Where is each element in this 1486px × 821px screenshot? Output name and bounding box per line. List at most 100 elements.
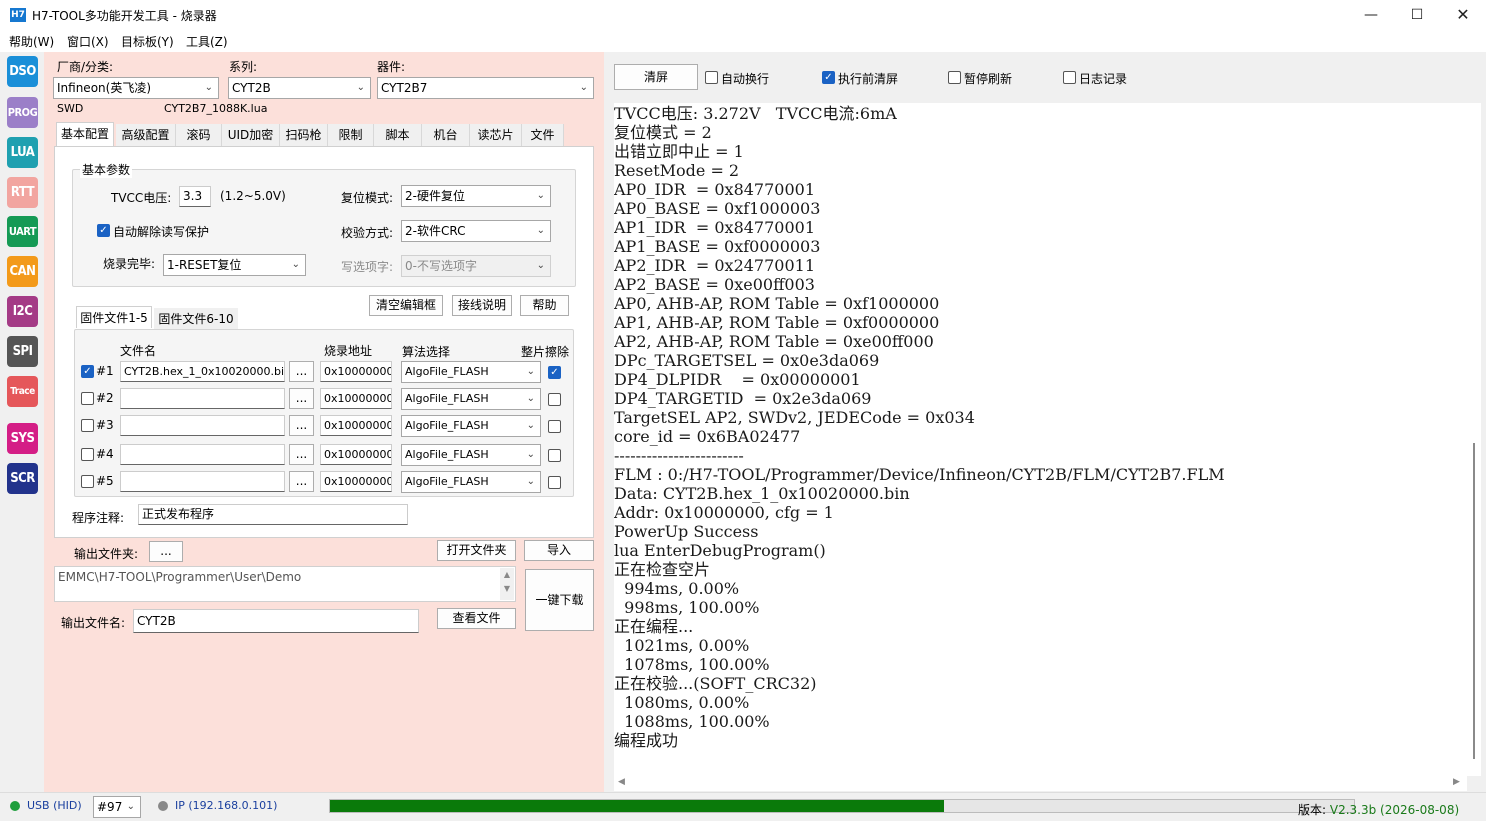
rtt-button[interactable]: RTT: [7, 177, 38, 208]
device-select[interactable]: CYT2B7 ⌄: [377, 77, 594, 99]
version-label: 版本:: [1298, 803, 1330, 817]
scr-button[interactable]: SCR: [7, 463, 38, 494]
fw-row-4-checkbox[interactable]: [81, 448, 94, 461]
tab-limit[interactable]: 限制: [328, 124, 374, 146]
maximize-icon[interactable]: ☐: [1394, 0, 1440, 30]
sys-button[interactable]: SYS: [7, 423, 38, 454]
reset-mode-select[interactable]: 2-硬件复位 ⌄: [401, 185, 551, 207]
fw-row-4-addr[interactable]: 0x10000000: [320, 444, 392, 465]
fw-row-5-index: #5: [96, 474, 114, 488]
tab-rolling-code[interactable]: 滚码: [176, 124, 222, 146]
output-name-input[interactable]: CYT2B: [133, 609, 419, 633]
tab-scanner[interactable]: 扫码枪: [280, 124, 328, 146]
device-label: 器件:: [377, 60, 406, 74]
fw-row-1-checkbox[interactable]: [81, 365, 94, 378]
scroll-thumb[interactable]: [1473, 443, 1475, 759]
one-click-download-button[interactable]: 一键下载: [525, 569, 594, 631]
fw-row-1-file[interactable]: CYT2B.hex_1_0x10020000.bin: [120, 361, 285, 382]
lua-button[interactable]: LUA: [7, 137, 38, 168]
trace-button[interactable]: Trace: [7, 376, 38, 407]
import-button[interactable]: 导入: [524, 540, 594, 561]
tab-file[interactable]: 文件: [522, 124, 564, 146]
title-bar: H7 H7-TOOL多功能开发工具 - 烧录器 — ☐ ✕: [0, 0, 1486, 30]
menu-help[interactable]: 帮助(W): [9, 33, 54, 50]
tab-advanced[interactable]: 高级配置: [116, 124, 176, 146]
auto-unlock-checkbox[interactable]: [97, 224, 110, 237]
fw-row-5-browse-button[interactable]: ...: [289, 471, 314, 492]
tab-read-chip[interactable]: 读芯片: [470, 124, 522, 146]
tab-firmware-1-5[interactable]: 固件文件1-5: [76, 306, 152, 328]
fw-row-5-erase-checkbox[interactable]: [548, 476, 561, 489]
console-line: AP0, AHB-AP, ROM Table = 0xf1000000: [614, 294, 940, 313]
log-record-checkbox[interactable]: [1063, 71, 1076, 84]
done-select[interactable]: 1-RESET复位 ⌄: [163, 254, 306, 276]
tab-machine[interactable]: 机台: [422, 124, 470, 146]
fw-row-1-addr[interactable]: 0x10000000: [320, 361, 392, 382]
view-file-button[interactable]: 查看文件: [437, 608, 516, 629]
wiring-button[interactable]: 接线说明: [452, 295, 512, 316]
menu-target-board[interactable]: 目标板(Y): [121, 33, 174, 50]
fw-row-2-addr[interactable]: 0x10000000: [320, 388, 392, 409]
fw-row-3-browse-button[interactable]: ...: [289, 415, 314, 436]
vendor-select[interactable]: Infineon(英飞凌) ⌄: [53, 77, 219, 99]
menu-window[interactable]: 窗口(X): [67, 33, 109, 50]
spi-button[interactable]: SPI: [7, 336, 38, 367]
fw-row-3-addr[interactable]: 0x10000000: [320, 415, 392, 436]
fw-row-2-browse-button[interactable]: ...: [289, 388, 314, 409]
minimize-icon[interactable]: —: [1348, 0, 1394, 30]
fw-row-4-file[interactable]: [120, 444, 285, 465]
fw-row-4-browse-button[interactable]: ...: [289, 444, 314, 465]
fw-row-3-algo-select[interactable]: AlgoFile_FLASH ⌄: [401, 415, 541, 437]
i2c-button[interactable]: I2C: [7, 296, 38, 327]
scroll-right-icon[interactable]: ▶: [1453, 777, 1460, 787]
fw-row-1-erase-checkbox[interactable]: [548, 366, 561, 379]
fw-row-2-checkbox[interactable]: [81, 392, 94, 405]
fw-row-2-file[interactable]: [120, 388, 285, 409]
output-folder-browse-button[interactable]: ...: [149, 541, 183, 562]
help-button[interactable]: 帮助: [520, 295, 569, 316]
fw-row-5-algo-select[interactable]: AlgoFile_FLASH ⌄: [401, 471, 541, 493]
fw-row-5-file[interactable]: [120, 471, 285, 492]
clear-before-run-checkbox[interactable]: [822, 71, 835, 84]
path-scrollbar[interactable]: ▲ ▼: [500, 568, 514, 600]
prog-button[interactable]: PROG: [7, 97, 38, 128]
output-path-box[interactable]: EMMC\H7-TOOL\Programmer\User\Demo ▲ ▼: [54, 566, 516, 602]
fw-row-5-checkbox[interactable]: [81, 475, 94, 488]
verify-select[interactable]: 2-软件CRC ⌄: [401, 220, 551, 242]
dso-button[interactable]: DSO: [7, 56, 38, 87]
device-id-select[interactable]: #97 ⌄: [93, 796, 141, 818]
fw-row-3-checkbox[interactable]: [81, 419, 94, 432]
tvcc-input[interactable]: 3.3: [179, 186, 211, 207]
console-line: AP2, AHB-AP, ROM Table = 0xe00ff000: [614, 332, 934, 351]
tab-basic[interactable]: 基本配置: [56, 122, 114, 146]
fw-row-4-algo-select[interactable]: AlgoFile_FLASH ⌄: [401, 444, 541, 466]
scroll-left-icon[interactable]: ◀: [618, 777, 625, 787]
fw-row-3-erase-checkbox[interactable]: [548, 420, 561, 433]
tab-firmware-6-10[interactable]: 固件文件6-10: [154, 308, 238, 330]
tab-uid-encrypt[interactable]: UID加密: [222, 124, 280, 146]
tab-script[interactable]: 脚本: [374, 124, 422, 146]
clear-screen-button[interactable]: 清屏: [614, 64, 698, 90]
open-folder-button[interactable]: 打开文件夹: [437, 540, 516, 561]
pause-refresh-checkbox[interactable]: [948, 71, 961, 84]
menu-tools[interactable]: 工具(Z): [186, 33, 228, 50]
uart-button[interactable]: UART: [7, 216, 38, 247]
console-horizontal-scrollbar[interactable]: ◀ ▶: [614, 776, 1467, 791]
clear-edit-button[interactable]: 清空编辑框: [369, 295, 443, 316]
auto-wrap-checkbox[interactable]: [705, 71, 718, 84]
can-button[interactable]: CAN: [7, 256, 38, 287]
console-output[interactable]: TVCC电压: 3.272V TVCC电流:6mA 复位模式 = 2 出错立即中止 …: [614, 103, 1467, 776]
fw-row-1-browse-button[interactable]: ...: [289, 361, 314, 382]
fw-row-5-addr[interactable]: 0x10000000: [320, 471, 392, 492]
fw-row-2-algo-select[interactable]: AlgoFile_FLASH ⌄: [401, 388, 541, 410]
series-select[interactable]: CYT2B ⌄: [228, 77, 371, 99]
clear-before-run-label: 执行前清屏: [838, 72, 899, 86]
fw-row-1-algo-select[interactable]: AlgoFile_FLASH ⌄: [401, 361, 541, 383]
close-icon[interactable]: ✕: [1440, 0, 1486, 30]
console-line: 出错立即中止 = 1: [614, 142, 744, 161]
fw-row-4-erase-checkbox[interactable]: [548, 449, 561, 462]
fw-row-2-erase-checkbox[interactable]: [548, 393, 561, 406]
console-vertical-scrollbar[interactable]: [1467, 103, 1481, 776]
note-input[interactable]: 正式发布程序: [138, 504, 408, 525]
fw-row-3-file[interactable]: [120, 415, 285, 436]
